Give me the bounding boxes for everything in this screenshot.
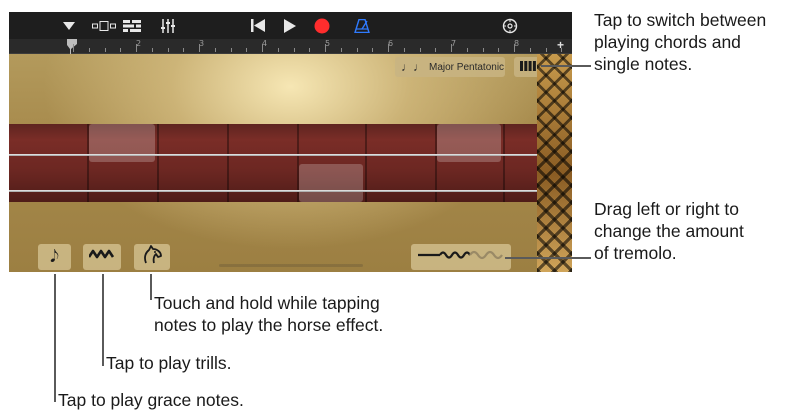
callout-line (54, 274, 56, 402)
note-icon: ♩♩ (401, 60, 425, 74)
horse-button[interactable] (134, 244, 170, 270)
ruler-tick (403, 48, 405, 52)
callout-trills: Tap to play trills. (106, 353, 232, 373)
callout-line (102, 274, 104, 366)
record-icon[interactable] (311, 12, 333, 39)
string[interactable] (9, 154, 537, 156)
ruler-tick (88, 48, 90, 52)
callout-grace: Tap to play grace notes. (58, 390, 244, 410)
ruler-tick (514, 44, 515, 52)
metronome-icon[interactable] (351, 12, 373, 39)
home-indicator (219, 264, 363, 267)
grace-note-button[interactable]: 𝅘𝅥𝅮 (38, 244, 71, 270)
garageband-screen: 2 3 4 5 6 7 8 + ♩♩ Major Pentatonic 𝅘𝅥𝅮 (9, 12, 572, 272)
ruler-tick (309, 48, 311, 52)
ruler-tick (151, 48, 153, 52)
ruler-tick (104, 48, 106, 52)
play-icon[interactable] (279, 12, 301, 39)
instrument-neck[interactable] (9, 124, 537, 202)
decorative-pattern (537, 54, 572, 272)
grace-note-icon: 𝅘𝅥𝅮 (50, 247, 59, 267)
callout-horse: Touch and hold while tapping notes to pl… (154, 293, 384, 335)
ruler-tick (529, 48, 531, 52)
ruler-tick (325, 44, 326, 52)
ruler-tick (340, 48, 342, 52)
mixer-icon[interactable] (157, 12, 179, 39)
ruler-tick (451, 44, 452, 52)
ruler-tick (230, 48, 232, 52)
callout-line (505, 257, 591, 259)
ruler-tick (498, 48, 500, 52)
ruler-tick (183, 48, 185, 52)
ruler-tick (482, 48, 484, 52)
tremolo-icon (416, 248, 506, 267)
rewind-icon[interactable] (247, 12, 269, 39)
ruler-tick (419, 48, 421, 52)
string[interactable] (9, 190, 537, 192)
control-bar (9, 12, 572, 39)
horse-icon (141, 244, 163, 270)
note-highlight (299, 164, 363, 202)
ruler-tick (167, 48, 169, 52)
ruler-tick (277, 48, 279, 52)
ruler-tick (73, 44, 74, 52)
instrument-area: ♩♩ Major Pentatonic 𝅘𝅥𝅮 (9, 54, 572, 272)
callout-line (541, 65, 591, 67)
ruler-tick (466, 48, 468, 52)
browser-down-icon[interactable] (59, 12, 79, 39)
ruler-tick (136, 44, 137, 52)
ruler-tick (214, 48, 216, 52)
note-highlight (437, 124, 501, 162)
ruler-tick (199, 44, 200, 52)
note-highlight (89, 124, 155, 162)
ruler-tick (246, 48, 248, 52)
tremolo-slider[interactable] (411, 244, 511, 270)
settings-icon[interactable] (499, 12, 521, 39)
track-view-icon[interactable] (91, 12, 117, 39)
scale-label: Major Pentatonic (429, 61, 505, 73)
timeline-ruler[interactable]: 2 3 4 5 6 7 8 + (9, 38, 572, 54)
trill-icon (87, 248, 115, 266)
ruler-tick (372, 48, 374, 52)
ruler-tick (262, 44, 263, 52)
tracks-icon[interactable] (121, 12, 143, 39)
ruler-tick (561, 48, 563, 52)
ruler-tick (356, 48, 358, 52)
callout-tremolo: Drag left or right to change the amount … (594, 199, 744, 263)
callout-line (150, 274, 152, 300)
scale-button[interactable]: ♩♩ Major Pentatonic (395, 57, 505, 77)
chord-strips-icon (520, 58, 536, 76)
ruler-tick (120, 48, 122, 52)
playhead-icon[interactable] (67, 39, 77, 54)
callout-chords-single: Tap to switch between playing chords and… (594, 10, 767, 74)
ruler-tick (388, 44, 389, 52)
trill-button[interactable] (83, 244, 121, 270)
ruler-tick (435, 48, 437, 52)
ruler-tick (293, 48, 295, 52)
ruler-tick (545, 48, 547, 52)
